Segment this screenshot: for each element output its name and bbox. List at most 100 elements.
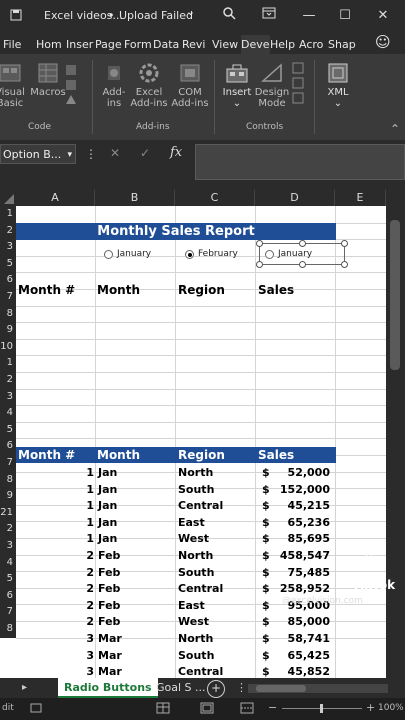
cell-month-num[interactable]: 3: [16, 632, 94, 645]
row-header[interactable]: 5: [0, 421, 16, 439]
tab-shape-format[interactable]: Shap: [328, 35, 356, 54]
row-header[interactable]: 7: [0, 289, 16, 306]
cell-month-num[interactable]: 1: [16, 532, 94, 545]
cell-region[interactable]: East: [178, 599, 248, 612]
cell-month[interactable]: Feb: [98, 599, 168, 612]
row-header[interactable]: 1: [0, 206, 16, 223]
row-header[interactable]: 6: [0, 438, 16, 455]
scrollbar-thumb[interactable]: [390, 220, 400, 370]
row-header[interactable]: 2: [0, 372, 16, 389]
column-header-e[interactable]: E: [335, 190, 386, 206]
tab-acrobat[interactable]: Acro: [299, 35, 323, 54]
resize-handle[interactable]: [256, 261, 263, 268]
xml-button[interactable]: XML ⌄: [320, 62, 356, 109]
tab-review[interactable]: Revi: [182, 35, 205, 54]
cell-sales[interactable]: 75,485: [262, 566, 330, 579]
tab-page-layout[interactable]: Page: [95, 35, 122, 54]
row-header[interactable]: 7: [0, 604, 16, 621]
ribbon-display-icon[interactable]: [258, 6, 280, 26]
horizontal-scrollbar[interactable]: [248, 684, 388, 693]
cell-month-num[interactable]: 2: [16, 599, 94, 612]
formula-input[interactable]: [195, 144, 405, 180]
collapse-ribbon-icon[interactable]: ⌃: [388, 123, 402, 135]
cell-region[interactable]: Central: [178, 582, 248, 595]
zoom-slider-thumb[interactable]: [320, 704, 323, 713]
cell-region[interactable]: South: [178, 483, 248, 496]
resize-handle[interactable]: [341, 240, 348, 247]
chevron-down-icon[interactable]: ▾: [67, 145, 72, 165]
row-header[interactable]: 4: [0, 405, 16, 422]
cell-month-num[interactable]: 2: [16, 615, 94, 628]
select-all-corner[interactable]: [0, 190, 16, 206]
row-header[interactable]: 8: [0, 471, 16, 489]
column-header-d[interactable]: D: [255, 190, 335, 206]
cancel-icon[interactable]: ✕: [110, 146, 120, 160]
row-header[interactable]: 7: [0, 455, 16, 472]
insert-controls-button[interactable]: Insert ⌄: [220, 62, 254, 109]
cell-sales[interactable]: 65,236: [262, 516, 330, 529]
add-ins-button[interactable]: Add- ins: [98, 62, 130, 109]
resize-handle[interactable]: [256, 240, 263, 247]
cell-month-num[interactable]: 2: [16, 582, 94, 595]
horizontal-scrollbar-thumb[interactable]: [256, 685, 306, 692]
row-header[interactable]: 9: [0, 488, 16, 505]
row-header[interactable]: 5: [0, 255, 16, 273]
row-header[interactable]: 6: [0, 272, 16, 289]
tab-file[interactable]: File: [3, 35, 21, 54]
radio-label-new[interactable]: January: [278, 249, 312, 259]
column-header-c[interactable]: C: [175, 190, 255, 206]
zoom-level[interactable]: 100%: [378, 703, 404, 713]
row-header[interactable]: 8: [0, 305, 16, 323]
cell-region[interactable]: South: [178, 566, 248, 579]
cell-month-num[interactable]: 2: [16, 549, 94, 562]
cell-region[interactable]: North: [178, 632, 248, 645]
cell-sales[interactable]: 152,000: [262, 483, 330, 496]
row-header[interactable]: 3: [0, 239, 16, 256]
radio-label-february[interactable]: February: [198, 249, 238, 259]
tab-developer[interactable]: Deve: [241, 35, 270, 56]
row-header[interactable]: 10: [0, 338, 16, 356]
cell-month[interactable]: Feb: [98, 549, 168, 562]
cell-region[interactable]: East: [178, 516, 248, 529]
page-layout-view-icon[interactable]: [200, 702, 214, 717]
minimize-icon[interactable]: —: [298, 6, 320, 26]
sheet-tab-radio-buttons[interactable]: Radio Buttons: [58, 678, 158, 698]
cell-month-num[interactable]: 1: [16, 466, 94, 479]
cell-region[interactable]: West: [178, 532, 248, 545]
row-header[interactable]: 21: [0, 504, 16, 522]
cell-sales[interactable]: 258,952: [262, 582, 330, 595]
floppy-icon[interactable]: [10, 9, 22, 24]
cell-sales[interactable]: 65,425: [262, 649, 330, 662]
cell-month[interactable]: Jan: [98, 516, 168, 529]
row-header[interactable]: 3: [0, 388, 16, 406]
cell-month-num[interactable]: 1: [16, 516, 94, 529]
cell-region[interactable]: South: [178, 649, 248, 662]
row-header[interactable]: 4: [0, 554, 16, 572]
cell-sales[interactable]: 85,695: [262, 532, 330, 545]
tab-insert[interactable]: Inser: [66, 35, 93, 54]
chevron-down-icon[interactable]: ⌄: [186, 5, 195, 18]
cell-month[interactable]: Feb: [98, 566, 168, 579]
scroll-tabs-right-icon[interactable]: ▸: [22, 678, 27, 698]
tab-home[interactable]: Hom: [36, 35, 62, 54]
cell-sales[interactable]: 45,215: [262, 499, 330, 512]
cell-sales[interactable]: 52,000: [262, 466, 330, 479]
tab-data[interactable]: Data: [153, 35, 179, 54]
cell-region[interactable]: Central: [178, 665, 248, 678]
zoom-slider[interactable]: [282, 704, 362, 713]
cell-month[interactable]: Feb: [98, 582, 168, 595]
row-header[interactable]: 2: [0, 222, 16, 240]
cell-sales[interactable]: 45,852: [262, 665, 330, 678]
cell-month-num[interactable]: 1: [16, 483, 94, 496]
cell-sales[interactable]: 58,741: [262, 632, 330, 645]
control-options-icons[interactable]: [291, 62, 305, 104]
radio-button-new[interactable]: [265, 250, 274, 259]
upload-status[interactable]: Upload Failed: [119, 9, 193, 22]
row-header[interactable]: 9: [0, 322, 16, 339]
cell-month-num[interactable]: 3: [16, 665, 94, 678]
resize-handle[interactable]: [299, 240, 306, 247]
page-break-view-icon[interactable]: [240, 702, 254, 717]
close-icon[interactable]: ✕: [372, 6, 394, 26]
excel-add-ins-button[interactable]: Excel Add-ins: [130, 62, 168, 109]
normal-view-icon[interactable]: [156, 702, 170, 717]
